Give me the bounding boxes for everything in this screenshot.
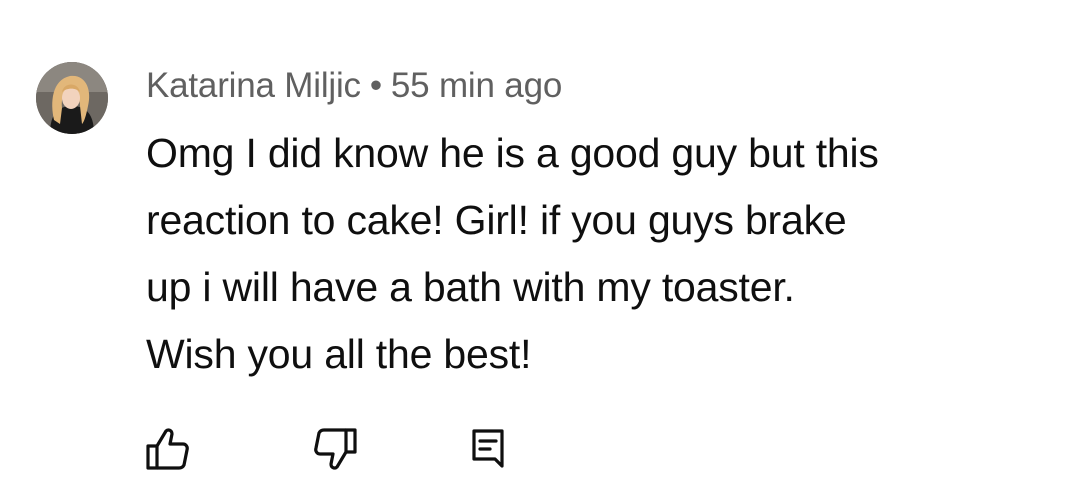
comment-item: Katarina Miljic • 55 min ago Omg I did k…	[0, 0, 1080, 499]
author-name[interactable]: Katarina Miljic	[146, 66, 361, 106]
like-button[interactable]	[142, 424, 192, 474]
comment-text-line: reaction to cake! Girl! if you guys brak…	[146, 197, 847, 243]
comment-text-line: Wish you all the best!	[146, 331, 532, 377]
meta-separator: •	[369, 66, 382, 105]
reply-button[interactable]	[462, 424, 512, 474]
comment-text-line: up i will have a bath with my toaster.	[146, 264, 795, 310]
comment-text: Omg I did know he is a good guy but this…	[146, 120, 1026, 388]
comment-actions	[0, 424, 1080, 474]
thumbs-up-icon	[146, 428, 189, 470]
reply-comment-icon	[472, 429, 504, 468]
comment-meta: Katarina Miljic • 55 min ago	[146, 64, 562, 108]
avatar-image	[36, 62, 108, 134]
dislike-button[interactable]	[311, 424, 361, 474]
comment-text-line: Omg I did know he is a good guy but this	[146, 130, 879, 176]
thumbs-down-icon	[314, 428, 357, 470]
avatar[interactable]	[36, 62, 108, 134]
comment-timestamp[interactable]: 55 min ago	[391, 66, 562, 106]
